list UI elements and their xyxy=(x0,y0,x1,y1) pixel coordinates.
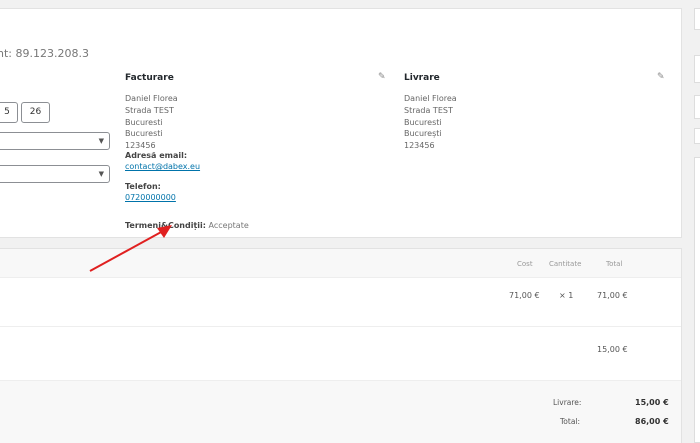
totals-shipping-value: 15,00 € xyxy=(635,398,669,407)
address-line: Bucuresti xyxy=(125,129,163,139)
totals-total-label: Total: xyxy=(560,417,581,426)
terms-value: Acceptate xyxy=(208,221,249,230)
address-line: Daniel Florea xyxy=(125,94,178,103)
order-totals: Livrare: 15,00 € Total: 86,00 € xyxy=(0,380,681,443)
sidebar-box xyxy=(694,8,700,30)
edit-billing-pencil-icon[interactable]: ✎ xyxy=(378,72,386,82)
order-details-panel: nt: 89.123.208.3 5 26 ▼ ▼ Facturare ✎ Da… xyxy=(0,8,682,238)
chevron-down-icon: ▼ xyxy=(98,170,104,178)
address-line: Strada TEST xyxy=(404,105,453,115)
chevron-down-icon: ▼ xyxy=(98,137,104,145)
sidebar-box xyxy=(694,128,700,144)
sidebar-box xyxy=(694,95,700,119)
email-label: Adresă email: xyxy=(125,151,188,160)
address-line: 123456 xyxy=(404,141,435,151)
edit-shipping-pencil-icon[interactable]: ✎ xyxy=(657,72,665,82)
address-line: București xyxy=(404,129,442,139)
sidebar-box xyxy=(694,55,700,83)
address-line: Bucuresti xyxy=(125,117,163,127)
item-total: 71,00 € xyxy=(597,291,628,300)
header-cost: Cost xyxy=(517,260,533,268)
item-quantity: × 1 xyxy=(559,291,574,300)
address-line: Strada TEST xyxy=(125,105,174,115)
customer-select[interactable]: ▼ xyxy=(0,165,110,183)
header-quantity: Cantitate xyxy=(549,260,582,268)
address-line: Daniel Florea xyxy=(404,94,457,103)
sidebar-box xyxy=(694,157,700,443)
row-divider xyxy=(0,326,681,327)
email-link[interactable]: contact@dabex.eu xyxy=(125,162,200,171)
shipping-address: Daniel Florea Strada TEST Bucuresti Bucu… xyxy=(404,93,457,152)
customer-ip-text: nt: 89.123.208.3 xyxy=(0,47,89,60)
address-line: Bucuresti xyxy=(404,117,442,127)
order-date-day-input[interactable]: 26 xyxy=(21,102,50,123)
billing-address: Daniel Florea Strada TEST Bucuresti Bucu… xyxy=(125,93,178,152)
order-status-select[interactable]: ▼ xyxy=(0,132,110,150)
phone-link[interactable]: 0720000000 xyxy=(125,193,176,202)
order-items-panel: Cost Cantitate Total 71,00 € × 1 71,00 €… xyxy=(0,248,682,443)
shipping-line-total: 15,00 € xyxy=(597,345,628,354)
totals-total-value: 86,00 € xyxy=(635,417,669,426)
items-header: Cost Cantitate Total xyxy=(0,249,681,278)
order-date-month-input[interactable]: 5 xyxy=(0,102,18,123)
billing-title: Facturare xyxy=(125,73,174,83)
shipping-title: Livrare xyxy=(404,73,440,83)
terms-status: Termeni&Condiții: Acceptate xyxy=(125,221,249,230)
totals-shipping-label: Livrare: xyxy=(553,398,582,407)
phone-label: Telefon: xyxy=(125,182,161,191)
header-total: Total xyxy=(606,260,623,268)
terms-label: Termeni&Condiții: xyxy=(125,221,206,230)
item-cost: 71,00 € xyxy=(509,291,540,300)
